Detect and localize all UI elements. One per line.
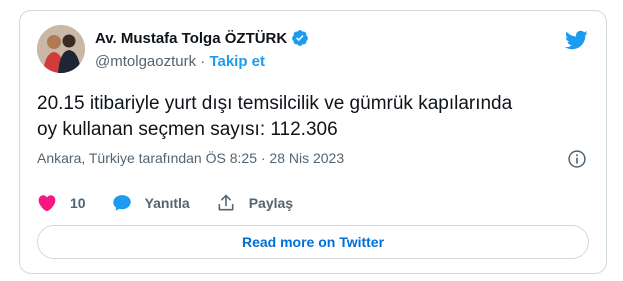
follow-button[interactable]: Takip et [209, 53, 265, 70]
speech-bubble-icon [112, 195, 131, 211]
read-more-button[interactable]: Read more on Twitter [37, 225, 589, 259]
verified-badge-icon [292, 30, 309, 46]
tweet-text-line-1: 20.15 itibariyle yurt dışı temsilcilik v… [37, 93, 513, 114]
share-button[interactable]: Paylaş [216, 193, 293, 213]
author-display-name[interactable]: Av. Mustafa Tolga ÖZTÜRK [95, 30, 287, 47]
reply-button[interactable]: Yanıtla [112, 193, 190, 213]
handle-row: @mtolgaozturk · Takip et [95, 53, 265, 70]
separator-dot: · [200, 53, 206, 70]
share-upload-icon [218, 194, 234, 211]
author-handle[interactable]: @mtolgaozturk [95, 53, 196, 70]
author-name-row[interactable]: Av. Mustafa Tolga ÖZTÜRK [95, 29, 309, 47]
like-count: 10 [70, 195, 86, 211]
info-icon[interactable] [567, 149, 587, 169]
like-button[interactable]: 10 [37, 193, 86, 213]
tweet-text: 20.15 itibariyle yurt dışı temsilcilik v… [37, 91, 597, 143]
reply-label: Yanıtla [144, 195, 190, 211]
twitter-bird-icon[interactable] [564, 28, 588, 52]
share-label: Paylaş [248, 195, 294, 211]
action-bar: 10 Yanıtla Paylaş [37, 192, 319, 214]
heart-icon [38, 195, 56, 212]
avatar-image [37, 25, 85, 73]
tweet-meta[interactable]: Ankara, Türkiye tarafından ÖS 8:25 · 28 … [37, 150, 344, 166]
tweet-card: Av. Mustafa Tolga ÖZTÜRK @mtolgaozturk ·… [19, 10, 607, 274]
avatar[interactable] [37, 25, 85, 73]
tweet-text-line-2: oy kullanan seçmen sayısı: 112.306 [37, 119, 338, 140]
